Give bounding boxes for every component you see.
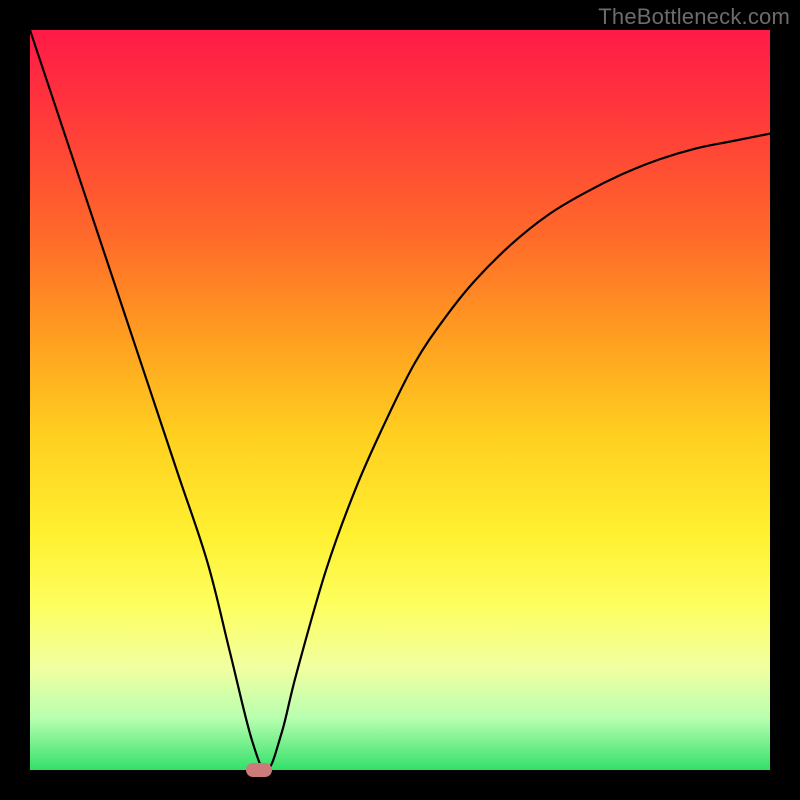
curve-svg [30,30,770,770]
watermark-text: TheBottleneck.com [598,4,790,30]
chart-frame: TheBottleneck.com [0,0,800,800]
plot-area [30,30,770,770]
bottleneck-curve [30,30,770,770]
optimal-point-marker [246,763,272,777]
